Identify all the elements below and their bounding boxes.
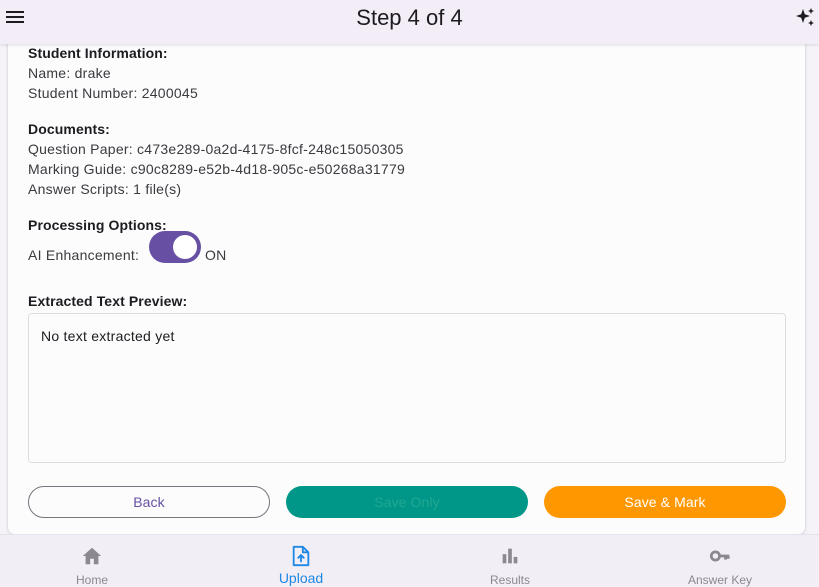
preview-text: No text extracted yet (41, 328, 175, 344)
documents-heading: Documents: (28, 121, 110, 137)
toggle-thumb (173, 235, 197, 259)
ai-enhancement-label: AI Enhancement: (28, 247, 140, 263)
app-root: Step 4 of 4 Student Information: Name: d… (0, 0, 819, 587)
upload-file-icon (292, 545, 310, 567)
student-name: Name: drake (28, 65, 111, 81)
home-icon (82, 547, 102, 565)
nav-answer-key-label: Answer Key (687, 573, 753, 587)
review-card: Student Information: Name: drake Student… (7, 44, 806, 534)
save-only-button[interactable]: Save Only (286, 486, 528, 518)
bar-chart-icon (502, 548, 518, 564)
sparkles-icon (796, 8, 814, 26)
ai-assist-button[interactable] (793, 6, 817, 30)
nav-results-label: Results (489, 573, 530, 587)
extracted-text-preview[interactable]: No text extracted yet (28, 313, 786, 463)
student-info-heading: Student Information: (28, 45, 168, 61)
key-icon (709, 550, 730, 562)
preview-heading: Extracted Text Preview: (28, 293, 188, 309)
save-and-mark-button[interactable]: Save & Mark (544, 486, 786, 518)
back-button[interactable]: Back (28, 486, 270, 518)
answer-scripts-count: Answer Scripts: 1 file(s) (28, 181, 182, 197)
review-content[interactable]: Student Information: Name: drake Student… (0, 44, 819, 534)
nav-upload-label: Upload (278, 570, 324, 586)
ai-enhancement-state: ON (205, 247, 227, 263)
processing-options-heading: Processing Options: (28, 217, 167, 233)
page-title: Step 4 of 4 (356, 5, 463, 30)
question-paper-id: Question Paper: c473e289-0a2d-4175-8fcf-… (28, 141, 404, 157)
nav-home[interactable]: Home (0, 535, 194, 587)
ai-enhancement-toggle[interactable] (149, 231, 201, 263)
nav-upload[interactable]: Upload (199, 535, 403, 587)
nav-answer-key[interactable]: Answer Key (618, 535, 819, 587)
menu-button[interactable] (4, 6, 26, 28)
top-app-bar: Step 4 of 4 (0, 0, 819, 44)
menu-icon (6, 11, 24, 23)
marking-guide-id: Marking Guide: c90c8289-e52b-4d18-905c-e… (28, 161, 406, 177)
nav-results[interactable]: Results (408, 535, 612, 587)
student-number: Student Number: 2400045 (28, 85, 198, 101)
bottom-navigation: Home Upload Results Answer Key (0, 534, 819, 587)
nav-home-label: Home (75, 573, 108, 587)
